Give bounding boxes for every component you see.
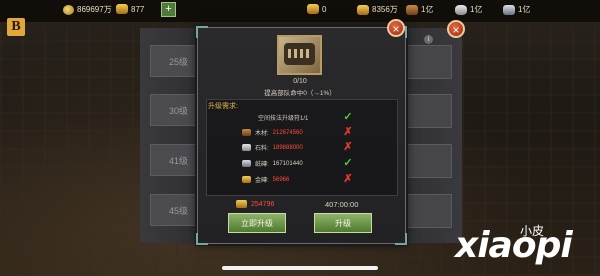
gold-ingot-icon: [236, 200, 247, 208]
wood-value: 8356万: [372, 5, 398, 14]
frame-corner: [196, 233, 208, 245]
gold-ingot-icon: [116, 4, 128, 14]
tech-icon: [277, 35, 322, 75]
stone-icon: [242, 144, 251, 151]
requirement-row: 石料: 189888000: [242, 143, 303, 152]
gold-ingot-icon: [242, 176, 251, 183]
cross-icon: ✗: [343, 173, 353, 185]
resource-bar: 869697万 877 0 8356万 1亿 1亿 1亿: [0, 0, 600, 22]
tech-effect: 提高部队命中0（→1%）: [264, 90, 336, 97]
lumber-icon: [242, 129, 251, 136]
close-panel-button[interactable]: ×: [447, 20, 465, 38]
requirement-label: 空间技法升级符1/1: [258, 116, 309, 122]
frame-corner: [395, 233, 407, 245]
food-icon: [307, 4, 319, 14]
frame-corner: [196, 26, 208, 38]
instant-upgrade-button[interactable]: 立即升级: [228, 213, 286, 233]
tech-progress: 0/10: [293, 78, 307, 85]
iron-value: 1亿: [518, 5, 531, 14]
gold-value: 877: [131, 4, 145, 14]
iron-icon: [242, 160, 251, 167]
requirement-label: 纸磚:: [255, 162, 269, 168]
add-gold-button[interactable]: +: [161, 2, 176, 17]
close-dialog-button[interactable]: ×: [387, 19, 405, 37]
requirement-value: 189888000: [272, 144, 303, 151]
requirement-label: 木材:: [255, 131, 269, 137]
coin-icon: [63, 4, 74, 15]
stone-value: 1亿: [421, 5, 434, 14]
right-row: [402, 45, 452, 79]
upgrade-button[interactable]: 升级: [314, 213, 372, 233]
right-row: [402, 144, 452, 178]
gold-resource: 877: [116, 4, 144, 14]
cost-value: 254796: [251, 200, 275, 208]
watermark-logo: xiaopi: [455, 225, 573, 266]
requirement-value: 167101440: [272, 160, 303, 167]
upgrade-time: 407:00:00: [325, 200, 359, 209]
requirement-label: 金磚:: [255, 178, 269, 184]
iron-resource: 1亿: [503, 4, 530, 15]
stone-resource: 1亿: [406, 4, 433, 15]
b-menu-button[interactable]: B: [7, 18, 25, 36]
food-resource: 0: [307, 4, 326, 14]
lumber-icon: [406, 4, 418, 15]
stone2-value: 1亿: [470, 5, 483, 14]
cross-icon: ✗: [343, 141, 353, 153]
cross-icon: ✗: [343, 126, 353, 138]
wood-icon: [357, 4, 369, 15]
coins-value: 869697万: [77, 5, 112, 14]
stone2-resource: 1亿: [455, 4, 482, 15]
requirement-label: 石料:: [255, 146, 269, 152]
check-icon: ✓: [343, 111, 353, 123]
requirements-title: 升级需求:: [208, 103, 238, 110]
home-indicator[interactable]: [222, 266, 378, 270]
requirement-row: 纸磚: 167101440: [242, 159, 303, 168]
info-icon[interactable]: i: [424, 35, 433, 44]
food-value: 0: [322, 4, 327, 14]
coins-resource: 869697万: [63, 4, 112, 15]
right-row: [402, 194, 452, 228]
requirement-row: 金磚: 56966: [242, 175, 289, 184]
iron-icon: [503, 4, 515, 15]
check-icon: ✓: [343, 157, 353, 169]
requirement-value: 56966: [272, 176, 290, 183]
requirement-row: 木材: 212674560: [242, 128, 303, 137]
stone-icon: [455, 4, 467, 15]
upgrade-cost: 254796: [236, 200, 274, 208]
right-row: [402, 94, 452, 128]
requirement-row: 空间技法升级符1/1: [258, 113, 308, 122]
requirement-value: 212674560: [272, 129, 303, 136]
wood-resource: 8356万: [357, 4, 398, 15]
